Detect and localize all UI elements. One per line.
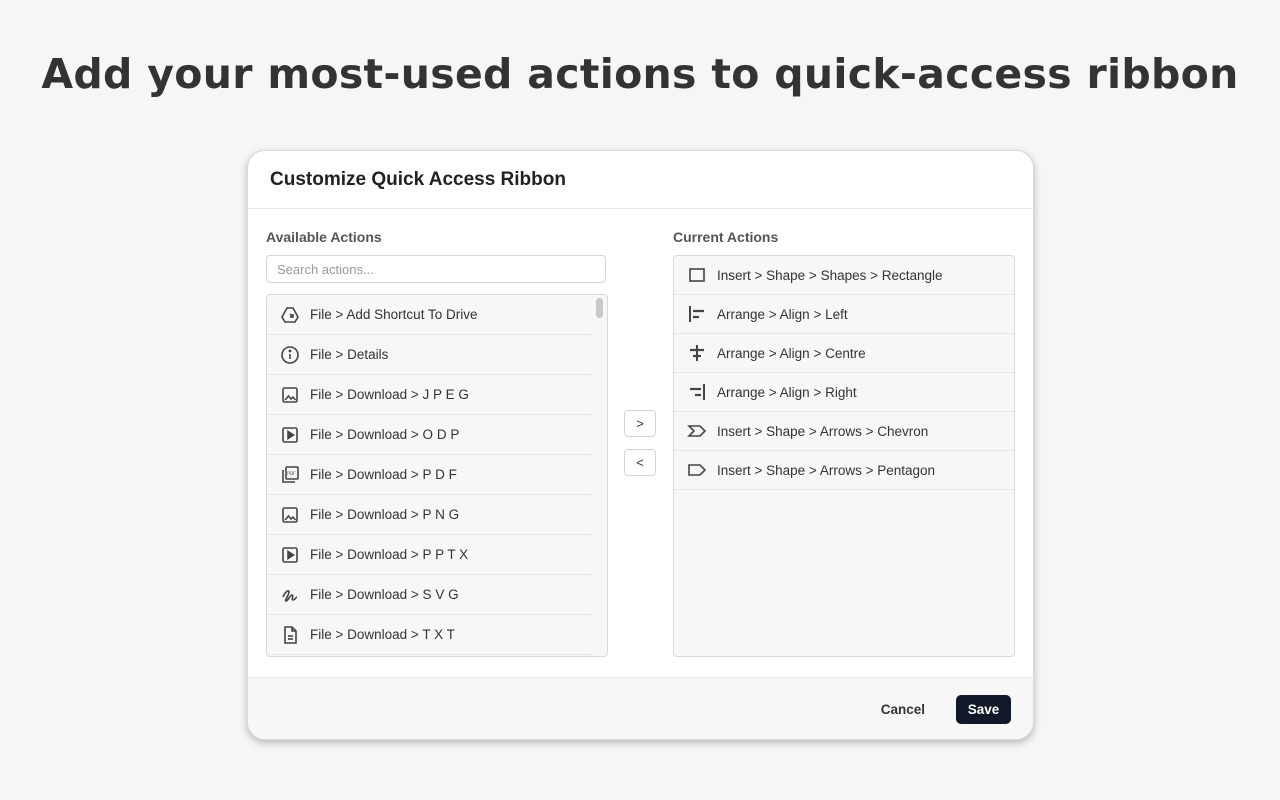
image-icon — [279, 384, 301, 406]
current-action-item-label: Arrange > Align > Centre — [717, 345, 866, 361]
available-action-item-label: File > Add Shortcut To Drive — [310, 307, 478, 322]
info-icon — [279, 344, 301, 366]
dialog-footer: Cancel Save — [248, 677, 1033, 739]
available-action-item[interactable]: File > Details — [267, 335, 591, 375]
current-action-item[interactable]: Insert > Shape > Arrows > Chevron — [674, 412, 1014, 451]
slides-play-icon — [279, 424, 301, 446]
align-left-icon — [686, 303, 708, 325]
available-action-item-label: File > Download > J P E G — [310, 387, 469, 402]
current-action-item-label: Arrange > Align > Right — [717, 384, 857, 400]
available-action-item[interactable]: File > Download > J P E G — [267, 375, 591, 415]
image-icon — [279, 504, 301, 526]
rectangle-icon — [686, 264, 708, 286]
available-action-item-label: File > Download > T X T — [310, 627, 455, 642]
available-actions-label: Available Actions — [266, 229, 382, 245]
available-action-item-label: File > Download > O D P — [310, 427, 460, 442]
svg-text:PDF: PDF — [287, 471, 296, 476]
drive-shortcut-icon — [279, 304, 301, 326]
available-action-item[interactable]: File > Download > T X T — [267, 615, 591, 655]
dialog-header: Customize Quick Access Ribbon — [248, 151, 1033, 209]
current-action-item[interactable]: Arrange > Align > Centre — [674, 334, 1014, 373]
current-action-item-label: Insert > Shape > Arrows > Pentagon — [717, 462, 936, 478]
current-actions-list[interactable]: Insert > Shape > Shapes > Rectangle Arran… — [673, 255, 1015, 657]
move-to-current-button[interactable]: > — [624, 410, 656, 437]
current-action-item-label: Arrange > Align > Left — [717, 306, 848, 322]
cancel-button[interactable]: Cancel — [873, 695, 933, 724]
slides-play-icon — [279, 544, 301, 566]
current-action-item[interactable]: Arrange > Align > Left — [674, 295, 1014, 334]
align-right-icon — [686, 381, 708, 403]
available-action-item[interactable]: PDF File > Download > P D F — [267, 455, 591, 495]
pdf-icon: PDF — [279, 464, 301, 486]
search-actions-input[interactable] — [266, 255, 606, 283]
chevron-shape-icon — [686, 420, 708, 442]
available-action-item[interactable]: File > Download > S V G — [267, 575, 591, 615]
current-action-item[interactable]: Insert > Shape > Arrows > Pentagon — [674, 451, 1014, 490]
current-actions-label: Current Actions — [673, 229, 779, 245]
available-action-item[interactable]: File > Download > O D P — [267, 415, 591, 455]
customize-ribbon-dialog: Customize Quick Access Ribbon Available … — [247, 150, 1034, 740]
available-action-item-label: File > Download > S V G — [310, 587, 459, 602]
pentagon-shape-icon — [686, 459, 708, 481]
available-action-item[interactable]: File > Download > P P T X — [267, 535, 591, 575]
available-list-scrollbar[interactable] — [596, 298, 603, 318]
available-action-item[interactable]: File > Add Shortcut To Drive — [267, 295, 591, 335]
page-headline: Add your most-used actions to quick-acce… — [41, 50, 1239, 98]
save-button[interactable]: Save — [956, 695, 1011, 724]
current-action-item-label: Insert > Shape > Arrows > Chevron — [717, 423, 929, 439]
current-action-item[interactable]: Arrange > Align > Right — [674, 373, 1014, 412]
dialog-title: Customize Quick Access Ribbon — [270, 168, 566, 190]
available-actions-list[interactable]: File > Add Shortcut To Drive File > Detai… — [266, 294, 608, 657]
text-file-icon — [279, 624, 301, 646]
move-to-available-button[interactable]: < — [624, 449, 656, 476]
available-action-item-label: File > Download > P D F — [310, 467, 457, 482]
svg-squiggle-icon — [279, 584, 301, 606]
current-action-item-label: Insert > Shape > Shapes > Rectangle — [717, 267, 943, 283]
align-centre-icon — [686, 342, 708, 364]
available-action-item[interactable]: File > Download > P N G — [267, 495, 591, 535]
available-action-item-label: File > Details — [310, 347, 389, 362]
available-action-item-label: File > Download > P N G — [310, 507, 460, 522]
current-action-item[interactable]: Insert > Shape > Shapes > Rectangle — [674, 256, 1014, 295]
available-action-item-label: File > Download > P P T X — [310, 547, 469, 562]
